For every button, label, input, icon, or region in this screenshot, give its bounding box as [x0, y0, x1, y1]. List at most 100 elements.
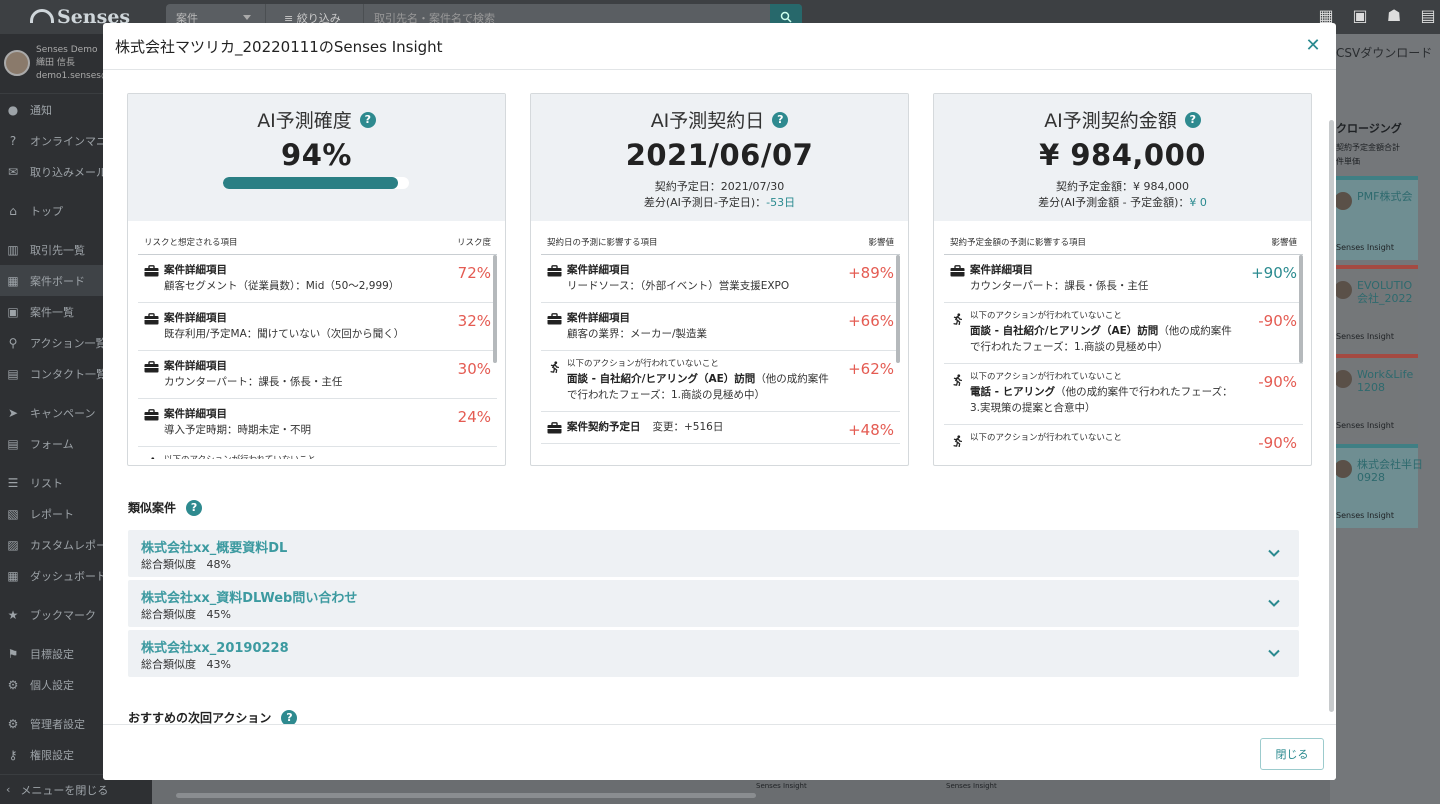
runner-icon: ⚲: [8, 335, 18, 350]
chevron-down-icon[interactable]: [1267, 546, 1281, 560]
modal-scrollbar[interactable]: [1329, 120, 1334, 712]
list-scrollbar[interactable]: [896, 255, 900, 363]
factor-title: 案件詳細項目: [164, 408, 227, 420]
factor-title: 案件詳細項目: [970, 264, 1033, 276]
closing-sub-unit: 件単価: [1336, 157, 1360, 166]
card-label: AI予測確度: [257, 110, 352, 132]
search-icon: [780, 11, 792, 23]
amount-factor-list[interactable]: 契約予定金額の予測に影響する項目 影響値 案件詳細項目 カウンターパート：課長・係長…: [944, 233, 1303, 459]
avatar: [1334, 460, 1352, 478]
factor-row: 案件詳細項目 リードソース：（外部イベント）営業支援EXPO +89%: [541, 255, 900, 303]
similarity-label: 総合類似度: [141, 608, 196, 621]
help-icon[interactable]: ?: [281, 709, 298, 725]
close-button[interactable]: 閉じる: [1260, 738, 1324, 770]
bg-deal-card[interactable]: EVOLUTIO 会社_2022 Senses Insight: [1330, 265, 1418, 349]
list-scrollbar[interactable]: [493, 255, 497, 363]
factor-action: 電話 - ヒアリング: [970, 386, 1056, 398]
list-icon: ☰: [7, 475, 19, 490]
admin-gear-icon: ⚙: [7, 716, 19, 731]
factor-value: +90%: [1251, 264, 1297, 282]
factor-row: 案件詳細項目 既存利用/予定MA：聞けていない（次回から聞く） 32%: [138, 303, 497, 351]
similar-deal-name[interactable]: 株式会社xx_概要資料DL: [141, 537, 287, 556]
sidebar-item-label: トップ: [30, 204, 63, 218]
gear-icon: ⚙: [7, 677, 19, 692]
factor-value: 24%: [457, 408, 491, 426]
factor-row: 案件詳細項目 顧客の業界：メーカー/製造業 +66%: [541, 303, 900, 351]
planned-date: 契約予定日：2021/07/30: [654, 180, 785, 193]
avatar: [1334, 192, 1352, 210]
help-circle-icon: ?: [9, 133, 17, 148]
bg-deal-card[interactable]: Work&Life 1208 Senses Insight: [1330, 354, 1418, 438]
bg-card-title: PMF株式会: [1357, 190, 1413, 203]
chevron-down-icon[interactable]: [1267, 646, 1281, 660]
sidebar-item-label: ダッシュボード: [30, 569, 107, 583]
briefcase-icon: [547, 310, 567, 350]
contract-amount-value: ¥ 984,000: [1039, 138, 1206, 172]
factor-title: 案件契約予定日: [567, 421, 641, 433]
help-icon[interactable]: ?: [772, 111, 789, 128]
probability-progress-bar: [223, 177, 409, 189]
sidebar-item-label: アクション一覧: [30, 336, 107, 350]
factor-value: 32%: [457, 312, 491, 330]
planned-amount: 契約予定金額：¥ 984,000: [1056, 180, 1189, 193]
horizontal-scrollbar[interactable]: [176, 793, 756, 798]
factor-text: リードソース：（外部イベント）営業支援EXPO: [567, 280, 790, 292]
factor-value: 20%: [435, 454, 491, 459]
sidebar-item-label: コンタクト一覧: [30, 367, 107, 381]
date-factor-list[interactable]: 契約日の予測に影響する項目 影響値 案件詳細項目 リードソース：（外部イベント）営業…: [541, 233, 900, 459]
csv-download-link[interactable]: CSVダウンロード: [1336, 44, 1432, 61]
sidebar-item-label: 個人設定: [30, 678, 74, 692]
ai-contract-amount-card: AI予測契約金額? ¥ 984,000 契約予定金額：¥ 984,000 差分(…: [933, 93, 1312, 466]
mail-icon: ✉: [7, 164, 19, 179]
factor-row: 以下のアクションが行われていないこと 面談 - 自社紹介/ヒアリング（AE）訪問（…: [944, 303, 1303, 364]
bg-card-footer: Senses Insight: [756, 782, 807, 790]
sidebar-item-label: 取り込みメール: [30, 165, 107, 179]
factor-row: 案件詳細項目 カウンターパート：課長・係長・主任 +90%: [944, 255, 1303, 303]
chevron-down-icon[interactable]: [1267, 596, 1281, 610]
runner-icon: [547, 358, 567, 411]
bg-deal-card[interactable]: 株式会社半日 0928 Senses Insight: [1330, 444, 1423, 528]
help-icon[interactable]: ?: [1184, 111, 1201, 128]
factor-note: 以下のアクションが行われていないこと: [164, 454, 435, 459]
close-icon[interactable]: ✕: [1304, 37, 1322, 55]
contact-add-icon[interactable]: ▤: [1416, 6, 1440, 28]
help-icon[interactable]: ?: [186, 499, 203, 516]
factor-row: 以下のアクションが行われていないこと 電話 - ヒアリング（他の成約案件で行われた…: [944, 364, 1303, 425]
runner-add-icon[interactable]: ☗: [1382, 6, 1406, 28]
risk-list[interactable]: リスクと想定される項目 リスク度 案件詳細項目 顧客セグメント（従業員数）：Mid（…: [138, 233, 497, 459]
similar-deal-name[interactable]: 株式会社xx_資料DLWeb問い合わせ: [141, 587, 357, 606]
similar-deal-item[interactable]: 株式会社xx_20190228 総合類似度 43%: [128, 630, 1299, 677]
briefcase-add-icon[interactable]: ▣: [1348, 6, 1372, 28]
sidebar-item-label: リスト: [30, 476, 63, 490]
briefcase-icon: [950, 262, 970, 302]
bg-card-footer: Senses Insight: [1336, 243, 1394, 252]
similarity-score: 48%: [206, 558, 231, 571]
factor-action: 面談 - 自社紹介/ヒアリング（AE）訪問: [970, 325, 1159, 337]
similar-deal-item[interactable]: 株式会社xx_概要資料DL 総合類似度 48%: [128, 530, 1299, 577]
list-header-right: 影響値: [868, 238, 894, 248]
factor-value: -90%: [1258, 373, 1297, 391]
bg-deal-card[interactable]: PMF株式会 Senses Insight: [1330, 176, 1418, 260]
bg-card-title: 株式会社半日 0928: [1357, 458, 1423, 484]
factor-action: 面談 - 自社紹介/ヒアリング（AE）訪問: [567, 373, 756, 385]
list-scrollbar[interactable]: [1299, 255, 1303, 363]
amount-diff-value: ¥ 0: [1189, 196, 1207, 209]
avatar: [4, 50, 30, 76]
sidebar-item-label: レポート: [30, 507, 74, 521]
briefcase-icon: ▣: [7, 304, 19, 319]
probability-value: 94%: [281, 138, 352, 172]
similar-deal-item[interactable]: 株式会社xx_資料DLWeb問い合わせ 総合類似度 45%: [128, 580, 1299, 627]
similar-deal-name[interactable]: 株式会社xx_20190228: [141, 637, 289, 656]
dashboard-icon: ▦: [7, 568, 19, 583]
factor-text: 顧客の業界：メーカー/製造業: [567, 328, 708, 340]
factor-value: +48%: [848, 421, 894, 439]
form-icon: ▤: [7, 436, 19, 451]
sidebar-item-label: 取引先一覧: [30, 243, 85, 257]
factor-inline: 変更：+516日: [652, 421, 724, 433]
similarity-label: 総合類似度: [141, 658, 196, 671]
help-icon[interactable]: ?: [359, 111, 376, 128]
factor-value: +62%: [848, 360, 894, 378]
runner-icon: [950, 432, 970, 459]
amount-diff-label: 差分(AI予測金額 - 予定金額)：: [1038, 196, 1190, 209]
briefcase-icon: [547, 419, 567, 443]
